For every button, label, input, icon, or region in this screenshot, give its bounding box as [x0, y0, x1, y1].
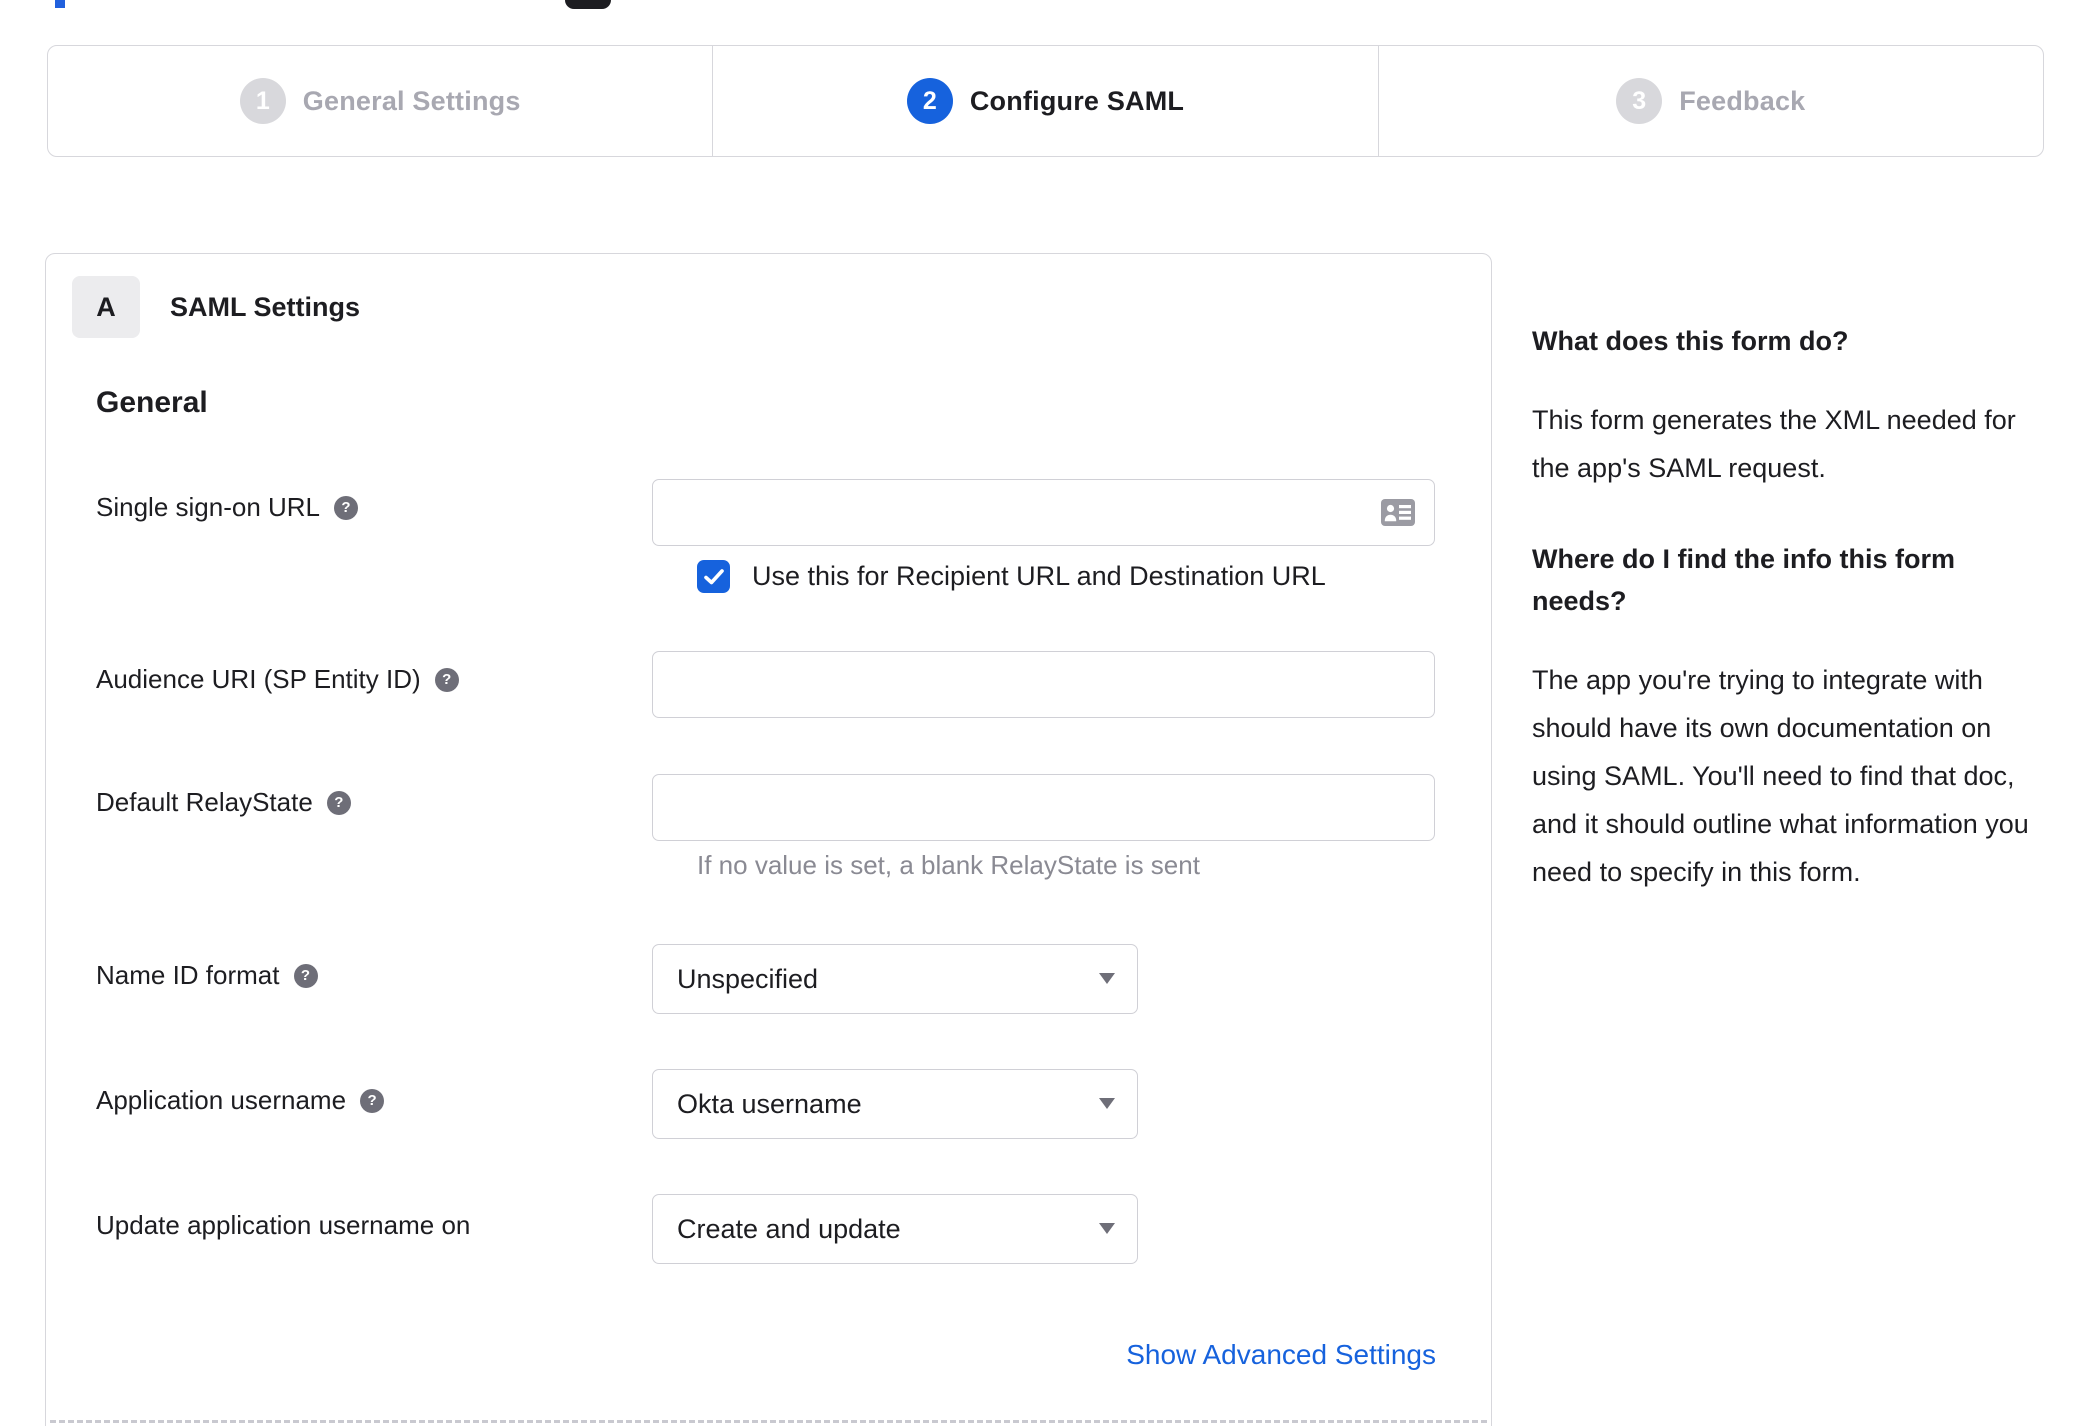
- setup-wizard-stepper: 1 General Settings 2 Configure SAML 3 Fe…: [47, 45, 2044, 157]
- update-username-on-label-text: Update application username on: [96, 1210, 471, 1240]
- help-answer-2: The app you're trying to integrate with …: [1532, 665, 2029, 887]
- name-id-format-help-icon[interactable]: ?: [293, 963, 318, 988]
- recipient-url-checkbox-label[interactable]: Use this for Recipient URL and Destinati…: [752, 561, 1326, 592]
- panel-header: A SAML Settings: [72, 276, 360, 338]
- relaystate-hint: If no value is set, a blank RelayState i…: [697, 850, 1200, 880]
- help-answer-1: This form generates the XML needed for t…: [1532, 405, 2016, 483]
- help-sidebar: What does this form do? This form genera…: [1532, 320, 2044, 942]
- name-id-format-value: Unspecified: [677, 963, 819, 994]
- saml-settings-panel: A SAML Settings General Single sign-on U…: [45, 253, 1492, 1426]
- step-general-settings[interactable]: 1 General Settings: [48, 46, 712, 156]
- recipient-url-checkbox-row: Use this for Recipient URL and Destinati…: [697, 560, 1326, 593]
- chevron-down-icon: [1099, 1223, 1115, 1234]
- application-username-label: Application username ?: [96, 1085, 385, 1116]
- help-question-2: Where do I find the info this form needs…: [1532, 544, 1955, 616]
- general-section-heading: General: [96, 386, 208, 419]
- chevron-down-icon: [1099, 973, 1115, 984]
- audience-uri-label: Audience URI (SP Entity ID) ?: [96, 664, 459, 695]
- name-id-format-select[interactable]: Unspecified: [652, 944, 1138, 1014]
- sso-url-help-icon[interactable]: ?: [334, 495, 359, 520]
- application-username-help-icon[interactable]: ?: [360, 1088, 385, 1113]
- check-icon: [703, 568, 724, 584]
- relaystate-help-icon[interactable]: ?: [326, 790, 351, 815]
- help-question-1: What does this form do?: [1532, 326, 1849, 356]
- update-username-on-select[interactable]: Create and update: [652, 1194, 1138, 1264]
- audience-uri-input[interactable]: [652, 651, 1435, 718]
- relaystate-label: Default RelayState ?: [96, 787, 351, 818]
- audience-uri-help-icon[interactable]: ?: [434, 667, 459, 692]
- step-configure-saml[interactable]: 2 Configure SAML: [712, 46, 1377, 156]
- audience-uri-label-text: Audience URI (SP Entity ID): [96, 664, 421, 694]
- sso-url-label-text: Single sign-on URL: [96, 492, 321, 522]
- show-advanced-settings-link[interactable]: Show Advanced Settings: [1126, 1339, 1436, 1371]
- top-edge-accent: [55, 0, 65, 8]
- relaystate-input[interactable]: [652, 774, 1435, 841]
- sso-url-label: Single sign-on URL ?: [96, 492, 359, 523]
- relaystate-label-text: Default RelayState: [96, 787, 313, 817]
- advanced-section-dashed-divider: [50, 1420, 1487, 1423]
- sso-url-input[interactable]: [652, 479, 1435, 546]
- step-1-label: General Settings: [302, 85, 521, 116]
- application-username-select[interactable]: Okta username: [652, 1069, 1138, 1139]
- panel-title: SAML Settings: [170, 291, 361, 322]
- update-username-on-label: Update application username on: [96, 1210, 470, 1241]
- update-username-on-value: Create and update: [677, 1213, 901, 1244]
- application-username-value: Okta username: [677, 1088, 862, 1119]
- name-id-format-label-text: Name ID format: [96, 960, 280, 990]
- application-username-label-text: Application username: [96, 1085, 347, 1115]
- step-feedback[interactable]: 3 Feedback: [1377, 46, 2043, 156]
- step-2-number-badge: 2: [906, 78, 953, 124]
- step-3-label: Feedback: [1679, 85, 1806, 116]
- step-3-number-badge: 3: [1616, 78, 1663, 124]
- step-2-label: Configure SAML: [969, 85, 1185, 116]
- name-id-format-label: Name ID format ?: [96, 960, 318, 991]
- chevron-down-icon: [1099, 1098, 1115, 1109]
- top-edge-remnant: [565, 0, 611, 9]
- sso-url-input-wrap: [652, 479, 1435, 546]
- section-a-badge: A: [72, 276, 140, 338]
- step-1-number-badge: 1: [239, 78, 286, 124]
- recipient-url-checkbox[interactable]: [697, 560, 730, 593]
